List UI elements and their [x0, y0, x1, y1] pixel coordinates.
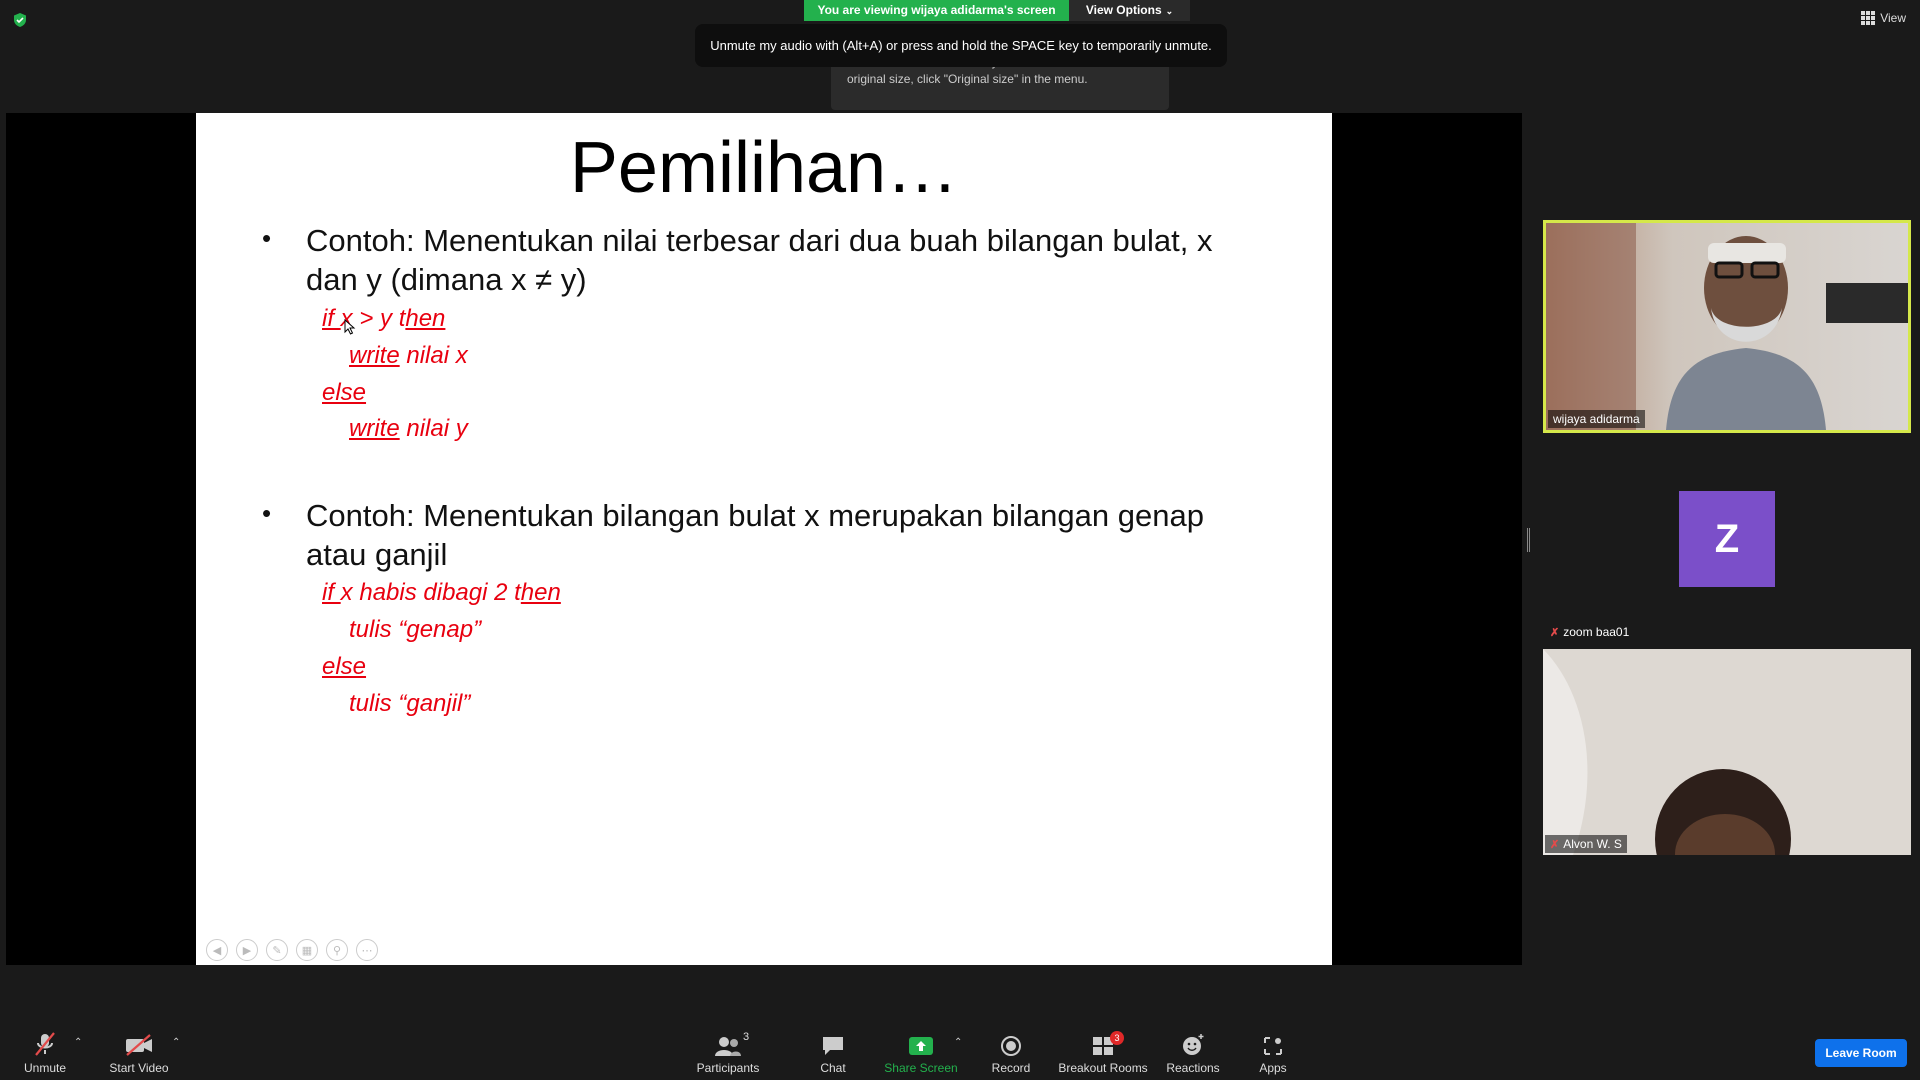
code-line-tulis-ganjil: tulis “ganjil” [349, 690, 471, 717]
share-options-caret-icon[interactable]: ⌃ [954, 1037, 962, 1048]
share-screen-label: Share Screen [884, 1061, 958, 1075]
security-shield-icon[interactable] [12, 12, 28, 28]
if-condition: x habis dibagi 2 t [340, 579, 521, 606]
fit-hint-line2: original size, click "Original size" in … [847, 72, 1088, 86]
panel-resize-handle[interactable] [1527, 528, 1530, 552]
write-keyword: write [349, 342, 400, 369]
start-video-button[interactable]: Start Video [106, 1031, 172, 1075]
pen-icon[interactable]: ✎ [266, 939, 288, 961]
avatar: Z [1679, 491, 1775, 587]
chat-button[interactable]: Chat [808, 1031, 858, 1075]
breakout-rooms-label: Breakout Rooms [1058, 1061, 1148, 1075]
participant-name-label: ✗ zoom baa01 [1545, 623, 1634, 641]
code-line-else-2: else [322, 653, 366, 681]
participant-tile-active-speaker[interactable]: wijaya adidarma [1543, 220, 1911, 433]
participant-tile-zoom-baa01[interactable]: Z ✗ zoom baa01 [1543, 443, 1911, 643]
if-keyword: if [322, 579, 341, 606]
write-arg: nilai x [399, 342, 468, 369]
participant-video [1543, 649, 1911, 855]
bullet-dot: • [262, 498, 272, 528]
unmute-button[interactable]: Unmute [20, 1031, 70, 1075]
record-icon [1001, 1036, 1021, 1056]
zoom-meeting-window: You are viewing wijaya adidarma's screen… [0, 0, 1920, 1080]
audio-options-caret-icon[interactable]: ⌃ [74, 1037, 82, 1048]
breakout-rooms-badge: 3 [1110, 1031, 1124, 1045]
slide-control-bar: ◀ ▶ ✎ ▦ ⚲ ⋯ [206, 939, 378, 961]
mouse-cursor-icon [344, 319, 356, 335]
participants-button[interactable]: 3 Participants [695, 1031, 761, 1075]
reactions-button[interactable]: Reactions [1163, 1031, 1223, 1075]
participant-name-label: wijaya adidarma [1548, 410, 1645, 428]
unmute-label: Unmute [23, 1061, 67, 1075]
record-label: Record [991, 1061, 1031, 1075]
next-slide-icon[interactable]: ▶ [236, 939, 258, 961]
view-options-label: View Options [1085, 3, 1162, 17]
muted-mic-icon: ✗ [1550, 626, 1560, 639]
viewing-screen-banner: You are viewing wijaya adidarma's screen [804, 0, 1069, 21]
apps-icon [1264, 1037, 1282, 1055]
view-layout-label: View [1880, 11, 1906, 25]
slides-grid-icon[interactable]: ▦ [296, 939, 318, 961]
zoom-magnifier-icon[interactable]: ⚲ [326, 939, 348, 961]
muted-mic-icon [35, 1032, 55, 1056]
view-options-button[interactable]: View Options ⌄ [1069, 0, 1190, 21]
participants-count: 3 [743, 1031, 750, 1043]
reactions-label: Reactions [1166, 1061, 1220, 1075]
apps-button[interactable]: Apps [1253, 1031, 1293, 1075]
meeting-toolbar: Unmute ⌃ Start Video ⌃ 3 Participants Ch… [0, 1015, 1920, 1080]
video-options-caret-icon[interactable]: ⌃ [172, 1037, 180, 1048]
participant-video [1546, 223, 1908, 430]
muted-mic-icon: ✗ [1550, 838, 1560, 851]
else-keyword: else [322, 653, 367, 680]
video-off-icon [126, 1034, 152, 1056]
chevron-down-icon: ⌄ [1165, 6, 1174, 16]
code-line-else-1: else [322, 379, 366, 407]
bullet-1-line1: Contoh: Menentukan nilai terbesar dari d… [306, 223, 1213, 258]
participants-icon [715, 1037, 741, 1056]
share-screen-button[interactable]: Share Screen [883, 1031, 959, 1075]
bullet-1-line2: dan y (dimana x ≠ y) [306, 262, 587, 297]
share-screen-icon [909, 1037, 933, 1055]
chat-label: Chat [820, 1061, 846, 1075]
else-keyword: else [322, 379, 367, 406]
code-line-write-y: write nilai y [349, 415, 468, 443]
participant-name-label: ✗ Alvon W. S [1545, 835, 1627, 853]
view-layout-button[interactable]: View [1861, 11, 1906, 25]
code-line-if-1: if x > y then [322, 305, 445, 333]
if-keyword: if [322, 305, 341, 332]
apps-label: Apps [1259, 1061, 1287, 1075]
presentation-slide: Pemilihan… • Contoh: Menentukan nilai te… [196, 113, 1332, 965]
chat-bubble-icon [823, 1037, 843, 1055]
then-keyword: hen [520, 579, 561, 606]
start-video-label: Start Video [109, 1061, 169, 1075]
participants-label: Participants [696, 1061, 760, 1075]
slide-title: Pemilihan… [569, 128, 959, 208]
participant-name: wijaya adidarma [1553, 412, 1640, 426]
code-line-write-x: write nilai x [349, 342, 468, 370]
more-options-icon[interactable]: ⋯ [356, 939, 378, 961]
participant-tile-alvon[interactable]: ✗ Alvon W. S [1543, 649, 1911, 855]
bullet-dot: • [262, 223, 272, 253]
breakout-rooms-button[interactable]: 3 Breakout Rooms [1058, 1031, 1148, 1075]
bullet-2: Contoh: Menentukan bilangan bulat x meru… [306, 496, 1204, 574]
participant-name: Alvon W. S [1563, 837, 1622, 851]
bullet-2-line1: Contoh: Menentukan bilangan bulat x meru… [306, 498, 1204, 533]
participant-name: zoom baa01 [1563, 625, 1630, 639]
smiley-icon [1183, 1034, 1204, 1055]
grid-view-icon [1861, 11, 1876, 25]
then-keyword: hen [405, 305, 446, 332]
bullet-2-line2: atau ganjil [306, 537, 448, 572]
write-arg: nilai y [399, 415, 468, 442]
previous-slide-icon[interactable]: ◀ [206, 939, 228, 961]
leave-room-button[interactable]: Leave Room [1815, 1039, 1907, 1067]
code-line-tulis-genap: tulis “genap” [349, 616, 482, 643]
bullet-1: Contoh: Menentukan nilai terbesar dari d… [306, 221, 1213, 299]
record-button[interactable]: Record [986, 1031, 1036, 1075]
unmute-hint-tooltip: Unmute my audio with (Alt+A) or press an… [695, 24, 1227, 67]
write-keyword: write [349, 415, 400, 442]
code-line-if-2: if x habis dibagi 2 then [322, 579, 561, 607]
